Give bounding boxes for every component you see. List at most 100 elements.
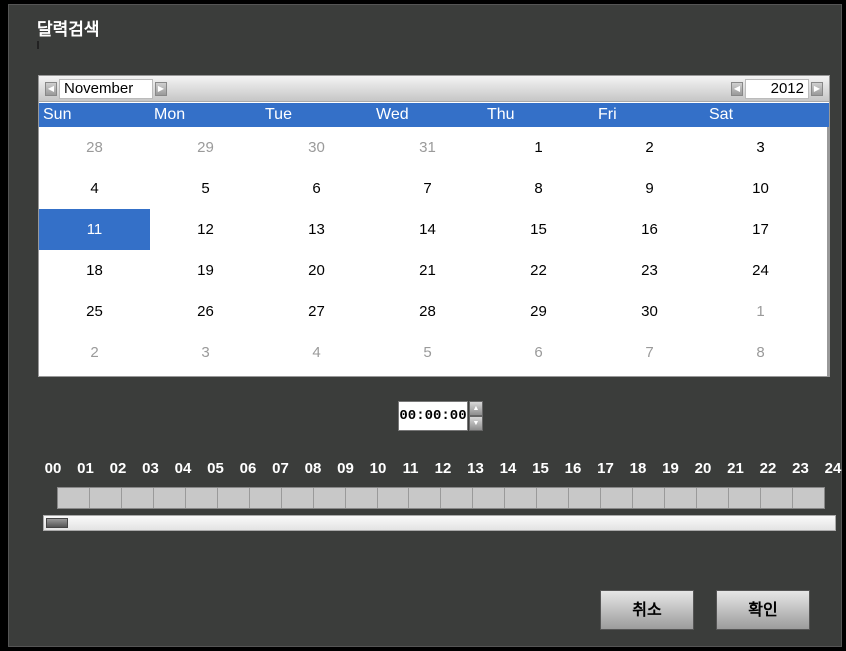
day-cell[interactable]: 19: [150, 250, 261, 291]
day-cell[interactable]: 5: [372, 332, 483, 373]
next-month-arrow-icon[interactable]: ▶: [155, 82, 167, 96]
day-cell[interactable]: 30: [594, 291, 705, 332]
day-cell[interactable]: 8: [483, 168, 594, 209]
day-cell[interactable]: 3: [150, 332, 261, 373]
hour-labels: 00 01 02 03 04 05 06 07 08 09 10 11 12 13 14 15 16 17 18 19…: [45, 460, 842, 480]
day-cell[interactable]: 18: [39, 250, 150, 291]
weekday-label: Mon: [154, 106, 186, 123]
day-cell[interactable]: 13: [261, 209, 372, 250]
day-cell[interactable]: 27: [261, 291, 372, 332]
calendar-edge: [827, 127, 829, 376]
day-cell[interactable]: 25: [39, 291, 150, 332]
day-cell[interactable]: 26: [150, 291, 261, 332]
day-cell[interactable]: 28: [372, 291, 483, 332]
day-cell[interactable]: 31: [372, 127, 483, 168]
calendar-week-row: 28 29 30 31 1 2 3: [39, 127, 829, 168]
hour-label: 12: [434, 460, 452, 477]
hour-label: 04: [174, 460, 192, 477]
calendar-week-row: 18 19 20 21 22 23 24: [39, 250, 829, 291]
time-up-arrow-icon[interactable]: ▲: [469, 401, 483, 416]
timeline-hour-slot[interactable]: [282, 488, 314, 508]
next-year-arrow-icon[interactable]: ▶: [811, 82, 823, 96]
scroll-thumb[interactable]: [46, 518, 68, 528]
day-cell[interactable]: 8: [705, 332, 816, 373]
day-cell[interactable]: 1: [705, 291, 816, 332]
hour-label: 02: [109, 460, 127, 477]
day-cell[interactable]: 16: [594, 209, 705, 250]
time-input[interactable]: 00:00:00: [398, 401, 468, 431]
day-cell[interactable]: 2: [594, 127, 705, 168]
timeline-hour-slot[interactable]: [154, 488, 186, 508]
timeline-hour-slot[interactable]: [633, 488, 666, 508]
timeline-hour-slot[interactable]: [90, 488, 122, 508]
timeline-hour-slot[interactable]: [409, 488, 442, 508]
day-cell[interactable]: 14: [372, 209, 483, 250]
timeline-hour-slot[interactable]: [122, 488, 154, 508]
day-cell[interactable]: 4: [39, 168, 150, 209]
timeline-hour-slot[interactable]: [473, 488, 506, 508]
day-cell[interactable]: 3: [705, 127, 816, 168]
month-selector[interactable]: November: [59, 79, 153, 99]
day-cell[interactable]: 23: [594, 250, 705, 291]
timeline-hour-slot[interactable]: [537, 488, 570, 508]
day-cell[interactable]: 2: [39, 332, 150, 373]
day-cell[interactable]: 15: [483, 209, 594, 250]
timeline-hour-slot[interactable]: [601, 488, 634, 508]
ok-button[interactable]: 확인: [716, 590, 810, 630]
day-cell[interactable]: 7: [372, 168, 483, 209]
timeline-hour-slot[interactable]: [505, 488, 538, 508]
day-cell[interactable]: 9: [594, 168, 705, 209]
day-cell[interactable]: 29: [483, 291, 594, 332]
cancel-button[interactable]: 취소: [600, 590, 694, 630]
timeline-hour-slot[interactable]: [441, 488, 474, 508]
day-cell[interactable]: 28: [39, 127, 150, 168]
timeline-hour-slot[interactable]: [250, 488, 282, 508]
selected-day-cell[interactable]: 11: [39, 209, 150, 250]
hour-label: 09: [337, 460, 354, 477]
day-cell[interactable]: 5: [150, 168, 261, 209]
hour-label: 21: [727, 460, 744, 477]
hour-label: 01: [77, 460, 94, 477]
weekday-label: Sat: [709, 106, 734, 123]
timeline-bar[interactable]: [57, 487, 825, 509]
day-cell[interactable]: 17: [705, 209, 816, 250]
day-cell[interactable]: 21: [372, 250, 483, 291]
timeline-hour-slot[interactable]: [378, 488, 410, 508]
day-cell[interactable]: 20: [261, 250, 372, 291]
calendar-week-row: 11 12 13 14 15 16 17: [39, 209, 829, 250]
timeline-hour-slot[interactable]: [186, 488, 218, 508]
timeline-hour-slot[interactable]: [346, 488, 378, 508]
prev-year-arrow-icon[interactable]: ◀: [731, 82, 743, 96]
timeline-hour-slot[interactable]: [729, 488, 761, 508]
day-cell[interactable]: 4: [261, 332, 372, 373]
timeline-hour-slot[interactable]: [58, 488, 90, 508]
timeline-hour-slot[interactable]: [697, 488, 730, 508]
day-cell[interactable]: 7: [594, 332, 705, 373]
weekday-label: Wed: [376, 106, 409, 123]
day-cell[interactable]: 30: [261, 127, 372, 168]
day-cell[interactable]: 6: [483, 332, 594, 373]
hour-label: 22: [759, 460, 777, 477]
hour-label: 15: [532, 460, 549, 477]
day-cell[interactable]: 10: [705, 168, 816, 209]
timeline-hour-slot[interactable]: [218, 488, 250, 508]
time-down-arrow-icon[interactable]: ▼: [469, 416, 483, 431]
timeline-hour-slot[interactable]: [665, 488, 698, 508]
prev-month-arrow-icon[interactable]: ◀: [45, 82, 57, 96]
hour-label: 13: [467, 460, 484, 477]
timeline-scrollbar[interactable]: [43, 515, 836, 531]
timeline-hour-slot[interactable]: [761, 488, 793, 508]
day-cell[interactable]: 24: [705, 250, 816, 291]
timeline-hour-slot[interactable]: [793, 488, 824, 508]
timeline-hour-slot[interactable]: [569, 488, 602, 508]
timeline-hour-slot[interactable]: [314, 488, 346, 508]
day-cell[interactable]: 1: [483, 127, 594, 168]
day-cell[interactable]: 12: [150, 209, 261, 250]
weekday-label: Fri: [598, 106, 617, 123]
hour-label: 11: [402, 460, 419, 477]
day-cell[interactable]: 22: [483, 250, 594, 291]
year-selector[interactable]: 2012: [745, 79, 809, 99]
hour-label: 14: [499, 460, 517, 477]
day-cell[interactable]: 29: [150, 127, 261, 168]
day-cell[interactable]: 6: [261, 168, 372, 209]
